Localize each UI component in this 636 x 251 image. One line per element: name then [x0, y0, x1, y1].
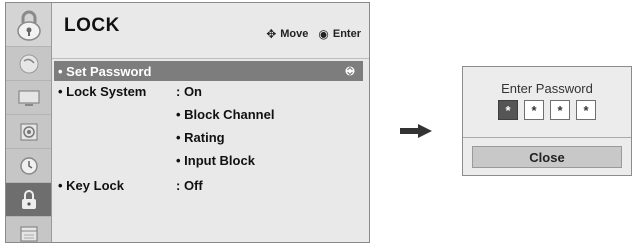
- menu-item-label: • Lock System: [58, 83, 147, 99]
- lock-icon[interactable]: [6, 183, 51, 217]
- menu-item-value: : Off: [176, 177, 203, 193]
- menu-item-value: : On: [176, 83, 202, 99]
- page-title: LOCK: [64, 15, 120, 36]
- clock-icon[interactable]: [6, 149, 51, 183]
- dialog-title: Enter Password: [501, 81, 593, 96]
- lock-option-input-block[interactable]: • Input Block: [176, 153, 255, 168]
- password-digit-field[interactable]: *: [576, 100, 596, 120]
- menu-sidebar: [6, 3, 52, 242]
- hint-enter-label: Enter: [332, 28, 361, 40]
- lock-option-block-channel[interactable]: • Block Channel: [176, 107, 274, 122]
- speaker-icon[interactable]: [6, 115, 51, 149]
- lock-menu-panel: LOCK ✥ Move ◉ Enter • Set Password • Loc…: [5, 2, 370, 243]
- key-hints: ✥ Move ◉ Enter: [266, 27, 361, 41]
- password-digit-field[interactable]: *: [550, 100, 570, 120]
- menu-item-label: • Set Password: [58, 63, 152, 79]
- menu-item-lock-system[interactable]: • Lock System : On: [58, 81, 363, 101]
- enter-password-dialog: Enter Password * * * * Close: [462, 66, 632, 176]
- enter-button-icon: ◉: [318, 27, 329, 41]
- satellite-dish-icon[interactable]: [6, 47, 51, 81]
- lock-option-rating[interactable]: • Rating: [176, 130, 225, 145]
- move-arrows-icon: ✥: [266, 27, 277, 41]
- hint-move-label: Move: [280, 28, 309, 40]
- right-arrow-icon: [400, 124, 432, 138]
- dialog-divider: [463, 137, 631, 138]
- menu-item-key-lock[interactable]: • Key Lock : Off: [58, 175, 363, 195]
- monitor-icon[interactable]: [6, 81, 51, 115]
- menu-item-set-password[interactable]: • Set Password: [54, 61, 363, 81]
- header-divider: [52, 58, 369, 59]
- close-button[interactable]: Close: [472, 146, 622, 168]
- password-digits: * * * *: [463, 100, 631, 120]
- submenu-arrow-icon: [345, 66, 355, 76]
- lock-category-icon: [6, 3, 51, 47]
- menu-item-label: • Key Lock: [58, 177, 124, 193]
- password-digit-field[interactable]: *: [524, 100, 544, 120]
- password-digit-field[interactable]: *: [498, 100, 518, 120]
